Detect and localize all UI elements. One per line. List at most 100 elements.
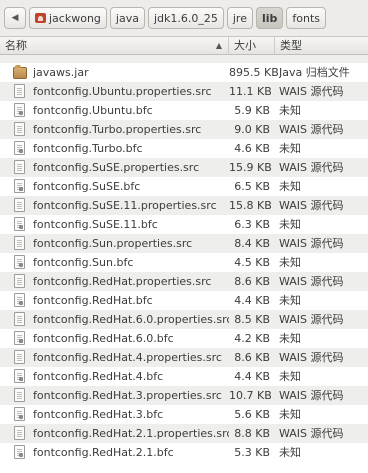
crumb-home-label: jackwong <box>49 12 101 25</box>
crumb-jre[interactable]: jre <box>226 7 253 29</box>
file-name: fontconfig.RedHat.properties.src <box>33 275 212 288</box>
crumb-lib[interactable]: lib <box>255 7 284 29</box>
file-size: 5.3 KB <box>234 446 270 459</box>
file-row[interactable]: fontconfig.Ubuntu.bfc 5.9 KB 未知 <box>0 101 368 120</box>
file-type: WAIS 源代码 <box>279 389 344 402</box>
file-type: WAIS 源代码 <box>279 123 344 136</box>
file-row[interactable]: fontconfig.RedHat.bfc 4.4 KB 未知 <box>0 291 368 310</box>
file-name: fontconfig.RedHat.4.properties.src <box>33 351 222 364</box>
file-size: 6.3 KB <box>234 218 270 231</box>
file-size: 4.4 KB <box>234 370 270 383</box>
file-size: 15.8 KB <box>229 199 272 212</box>
file-type: 未知 <box>279 218 301 231</box>
file-row[interactable]: fontconfig.RedHat.4.bfc 4.4 KB 未知 <box>0 367 368 386</box>
unknown-file-icon <box>14 217 25 231</box>
file-size: 4.5 KB <box>234 256 270 269</box>
source-file-icon <box>14 274 25 288</box>
file-list[interactable]: javaws.jar 895.5 KB Java 归档文件 fontconfig.Ub… <box>0 55 368 473</box>
unknown-file-icon <box>14 141 25 155</box>
unknown-file-icon <box>14 103 25 117</box>
file-row[interactable]: fontconfig.RedHat.6.0.bfc 4.2 KB 未知 <box>0 329 368 348</box>
file-row[interactable]: fontconfig.SuSE.properties.src 15.9 KB WAI… <box>0 158 368 177</box>
file-row[interactable]: fontconfig.Sun.properties.src 8.4 KB WAIS … <box>0 234 368 253</box>
source-file-icon <box>14 312 25 326</box>
unknown-file-icon <box>14 369 25 383</box>
file-name: fontconfig.Ubuntu.properties.src <box>33 85 212 98</box>
file-type: WAIS 源代码 <box>279 161 344 174</box>
file-name: fontconfig.RedHat.2.1.properties.src <box>33 427 229 440</box>
file-type: WAIS 源代码 <box>279 237 344 250</box>
file-size: 8.5 KB <box>234 313 270 326</box>
file-type: 未知 <box>279 332 301 345</box>
file-name: fontconfig.SuSE.11.properties.src <box>33 199 217 212</box>
file-type: WAIS 源代码 <box>279 351 344 364</box>
file-size: 9.0 KB <box>234 123 270 136</box>
file-name: fontconfig.Sun.bfc <box>33 256 134 269</box>
file-size: 895.5 KB <box>229 66 279 79</box>
unknown-file-icon <box>14 255 25 269</box>
source-file-icon <box>14 198 25 212</box>
file-name: fontconfig.SuSE.bfc <box>33 180 141 193</box>
file-type: WAIS 源代码 <box>279 275 344 288</box>
file-name: fontconfig.RedHat.4.bfc <box>33 370 164 383</box>
file-row[interactable]: javaws.jar 895.5 KB Java 归档文件 <box>0 63 368 82</box>
file-row[interactable]: fontconfig.Turbo.properties.src 9.0 KB WAI… <box>0 120 368 139</box>
file-size: 4.2 KB <box>234 332 270 345</box>
file-size: 5.6 KB <box>234 408 270 421</box>
crumb-java[interactable]: java <box>109 7 145 29</box>
file-size: 4.4 KB <box>234 294 270 307</box>
file-row[interactable]: fontconfig.RedHat.properties.src 8.6 KB WA… <box>0 272 368 291</box>
file-row[interactable]: fontconfig.RedHat.3.bfc 5.6 KB 未知 <box>0 405 368 424</box>
name-column-header[interactable]: 名称 ▲ <box>0 37 229 55</box>
partial-row <box>0 55 368 63</box>
path-bar: ◀ jackwong java jdk1.6.0_25 jre lib fonts <box>0 0 368 36</box>
file-size: 4.6 KB <box>234 142 270 155</box>
crumb-fonts[interactable]: fonts <box>286 7 327 29</box>
file-size: 11.1 KB <box>229 85 272 98</box>
file-type: WAIS 源代码 <box>279 199 344 212</box>
column-header: 名称 ▲ 大小 类型 <box>0 36 368 55</box>
file-row[interactable]: fontconfig.Sun.bfc 4.5 KB 未知 <box>0 253 368 272</box>
back-arrow-button[interactable]: ◀ <box>4 7 26 29</box>
source-file-icon <box>14 84 25 98</box>
file-size: 6.5 KB <box>234 180 270 193</box>
file-size: 8.4 KB <box>234 237 270 250</box>
file-size: 8.6 KB <box>234 275 270 288</box>
file-type: 未知 <box>279 370 301 383</box>
home-folder-icon <box>35 13 46 23</box>
file-row[interactable]: fontconfig.RedHat.3.properties.src 10.7 K… <box>0 386 368 405</box>
file-row[interactable]: fontconfig.RedHat.2.1.properties.src 8.8 … <box>0 424 368 443</box>
file-name: javaws.jar <box>33 66 89 79</box>
file-type: Java 归档文件 <box>279 66 350 79</box>
source-file-icon <box>14 388 25 402</box>
file-name: fontconfig.RedHat.6.0.properties.src <box>33 313 229 326</box>
file-row[interactable]: fontconfig.RedHat.4.properties.src 8.6 KB… <box>0 348 368 367</box>
unknown-file-icon <box>14 407 25 421</box>
file-type: 未知 <box>279 256 301 269</box>
file-type: WAIS 源代码 <box>279 85 344 98</box>
size-column-header[interactable]: 大小 <box>229 37 275 55</box>
file-type: 未知 <box>279 180 301 193</box>
type-column-header[interactable]: 类型 <box>275 37 368 55</box>
file-name: fontconfig.RedHat.3.bfc <box>33 408 164 421</box>
file-type: 未知 <box>279 408 301 421</box>
file-size: 5.9 KB <box>234 104 270 117</box>
unknown-file-icon <box>14 445 25 459</box>
file-name: fontconfig.Sun.properties.src <box>33 237 193 250</box>
source-file-icon <box>14 160 25 174</box>
crumb-home[interactable]: jackwong <box>29 7 107 29</box>
file-row[interactable]: fontconfig.RedHat.2.1.bfc 5.3 KB 未知 <box>0 443 368 462</box>
file-row[interactable]: fontconfig.SuSE.11.bfc 6.3 KB 未知 <box>0 215 368 234</box>
source-file-icon <box>14 122 25 136</box>
file-type: 未知 <box>279 104 301 117</box>
file-name: fontconfig.SuSE.11.bfc <box>33 218 158 231</box>
file-row[interactable]: fontconfig.Turbo.bfc 4.6 KB 未知 <box>0 139 368 158</box>
source-file-icon <box>14 426 25 440</box>
file-row[interactable]: fontconfig.Ubuntu.properties.src 11.1 KB W… <box>0 82 368 101</box>
source-file-icon <box>14 236 25 250</box>
file-row[interactable]: fontconfig.SuSE.bfc 6.5 KB 未知 <box>0 177 368 196</box>
file-size: 15.9 KB <box>229 161 272 174</box>
crumb-jdk[interactable]: jdk1.6.0_25 <box>147 7 224 29</box>
file-row[interactable]: fontconfig.RedHat.6.0.properties.src 8.5 … <box>0 310 368 329</box>
file-row[interactable]: fontconfig.SuSE.11.properties.src 15.8 KB… <box>0 196 368 215</box>
